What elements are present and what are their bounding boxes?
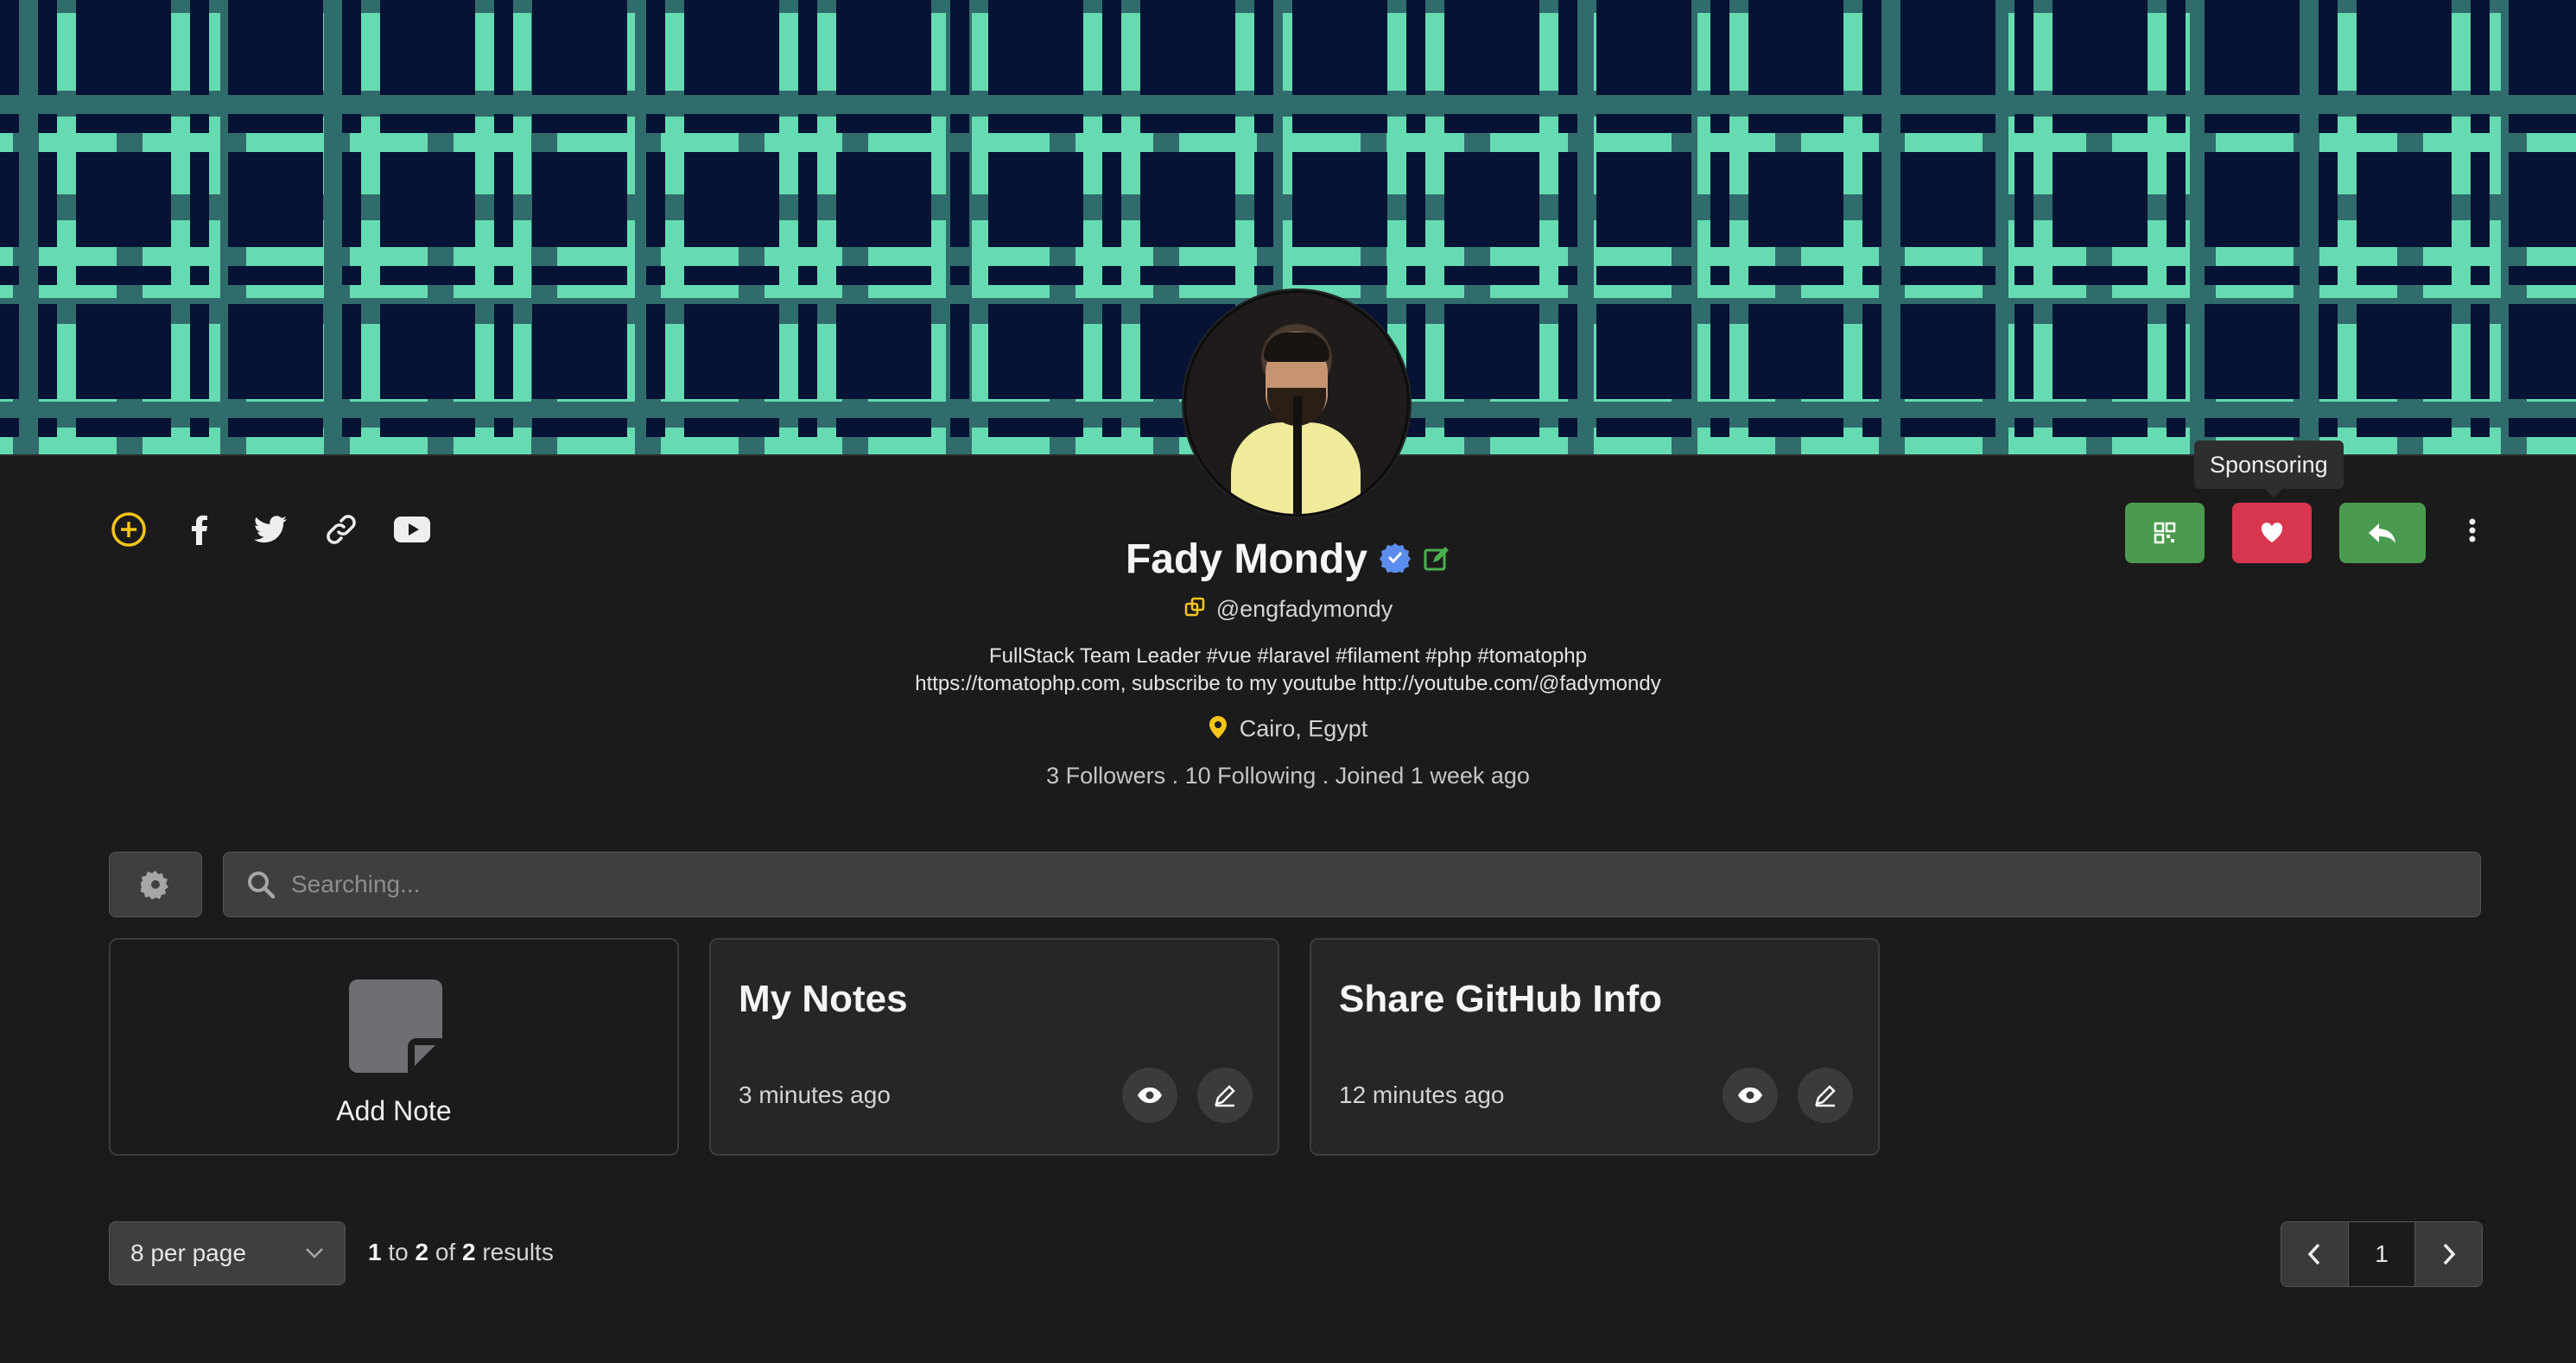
search-input[interactable] bbox=[289, 870, 2470, 899]
results-summary: 1 to 2 of 2 results bbox=[368, 1239, 554, 1265]
reply-button[interactable] bbox=[2339, 503, 2426, 563]
verified-badge-icon bbox=[1380, 536, 1411, 583]
sponsor-button[interactable] bbox=[2232, 503, 2312, 563]
note-time: 12 minutes ago bbox=[1339, 1081, 1505, 1108]
edit-note-button[interactable] bbox=[1798, 1068, 1853, 1123]
pencil-icon bbox=[1815, 1085, 1836, 1107]
handle-row: @engfadymondy bbox=[0, 596, 2576, 624]
note-card[interactable]: My Notes 3 minutes ago bbox=[709, 938, 1279, 1156]
profile-stats: 3 Followers . 10 Following . Joined 1 we… bbox=[1046, 763, 1530, 789]
qr-code-button[interactable] bbox=[2125, 503, 2205, 563]
view-note-button[interactable] bbox=[1122, 1068, 1177, 1123]
pagination: 1 bbox=[2281, 1221, 2483, 1287]
edit-note-button[interactable] bbox=[1197, 1068, 1253, 1123]
sponsoring-tooltip: Sponsoring bbox=[2194, 441, 2344, 498]
profile-handle: @engfadymondy bbox=[1215, 596, 1393, 622]
avatar bbox=[1183, 290, 1410, 517]
eye-icon bbox=[1738, 1087, 1762, 1103]
profile-actions bbox=[2125, 503, 2426, 563]
note-time: 3 minutes ago bbox=[739, 1081, 891, 1108]
bio-line: https://tomatophp.com, subscribe to my y… bbox=[915, 672, 1661, 695]
next-page-button[interactable] bbox=[2415, 1222, 2482, 1286]
page-number[interactable]: 1 bbox=[2347, 1222, 2416, 1286]
chevron-left-icon bbox=[2307, 1243, 2320, 1265]
add-note-label: Add Note bbox=[336, 1095, 452, 1126]
chevron-right-icon bbox=[2443, 1243, 2456, 1265]
chevron-down-icon bbox=[305, 1247, 324, 1259]
settings-button[interactable] bbox=[109, 852, 202, 917]
note-title: Share GitHub Info bbox=[1339, 978, 1662, 1020]
view-note-button[interactable] bbox=[1723, 1068, 1778, 1123]
reply-icon bbox=[2369, 523, 2395, 543]
edit-profile-icon[interactable] bbox=[1423, 536, 1450, 583]
eye-icon bbox=[1138, 1087, 1162, 1103]
add-note-card[interactable]: Add Note bbox=[109, 938, 679, 1156]
more-options-icon[interactable] bbox=[2464, 515, 2481, 546]
location-pin-icon bbox=[1209, 715, 1228, 745]
profile-name: Fady Mondy bbox=[1125, 536, 1367, 582]
bio-line: FullStack Team Leader #vue #laravel #fil… bbox=[989, 644, 1587, 668]
location-text: Cairo, Egypt bbox=[1239, 715, 1368, 742]
copy-icon[interactable] bbox=[1183, 596, 1206, 624]
per-page-select[interactable]: 8 per page bbox=[109, 1221, 346, 1285]
location-row: Cairo, Egypt bbox=[0, 715, 2576, 745]
sticky-note-icon bbox=[349, 979, 442, 1073]
heart-icon bbox=[2261, 523, 2283, 542]
gear-icon bbox=[141, 871, 168, 899]
per-page-value: 8 per page bbox=[130, 1239, 246, 1266]
qr-code-icon bbox=[2154, 522, 2176, 544]
note-title: My Notes bbox=[739, 978, 908, 1020]
pencil-icon bbox=[1215, 1085, 1235, 1107]
search-bar bbox=[223, 852, 2481, 917]
search-icon bbox=[246, 870, 276, 899]
previous-page-button[interactable] bbox=[2281, 1222, 2348, 1286]
note-card[interactable]: Share GitHub Info 12 minutes ago bbox=[1310, 938, 1880, 1156]
profile-bio: FullStack Team Leader #vue #laravel #fil… bbox=[0, 643, 2576, 698]
